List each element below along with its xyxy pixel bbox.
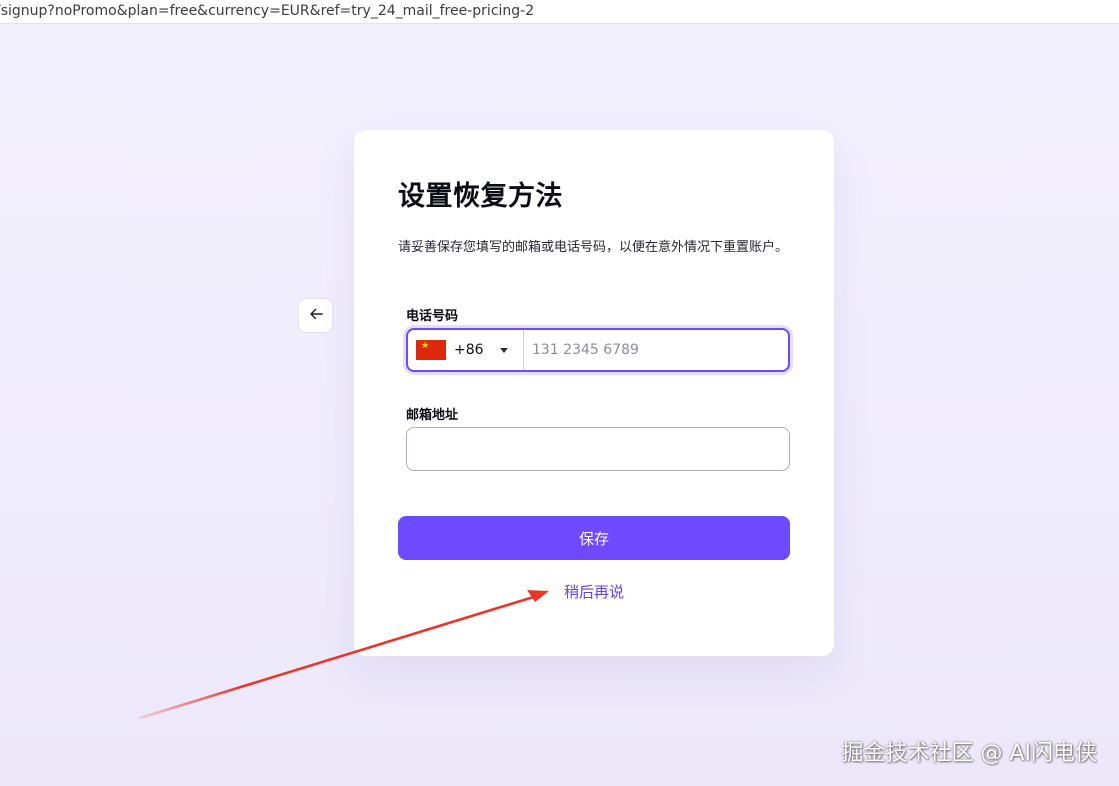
caret-down-icon <box>499 347 508 353</box>
later-link[interactable]: 稍后再说 <box>354 581 834 602</box>
watermark: 掘金技术社区 @ AI闪电侠 <box>841 741 1097 766</box>
page-title: 设置恢复方法 <box>398 181 563 212</box>
country-code: +86 <box>454 342 484 358</box>
arrow-left-icon <box>308 306 324 326</box>
page-description: 请妥善保存您填写的邮箱或电话号码，以便在意外情况下重置账户。 <box>398 240 789 255</box>
phone-label: 电话号码 <box>406 309 459 324</box>
china-flag-icon: ★ <box>416 340 446 360</box>
back-button[interactable] <box>298 298 333 333</box>
url-text[interactable]: /signup?noPromo&plan=free&currency=EUR&r… <box>0 3 534 19</box>
phone-input[interactable] <box>524 330 788 370</box>
recovery-card: 设置恢复方法 请妥善保存您填写的邮箱或电话号码，以便在意外情况下重置账户。 电话… <box>354 130 834 656</box>
save-button[interactable]: 保存 <box>398 516 790 560</box>
country-code-select[interactable]: ★ +86 <box>408 330 524 370</box>
email-input[interactable] <box>406 427 790 471</box>
email-label: 邮箱地址 <box>406 408 459 423</box>
phone-field: ★ +86 <box>406 328 790 372</box>
browser-url-bar[interactable]: /signup?noPromo&plan=free&currency=EUR&r… <box>0 0 1119 24</box>
